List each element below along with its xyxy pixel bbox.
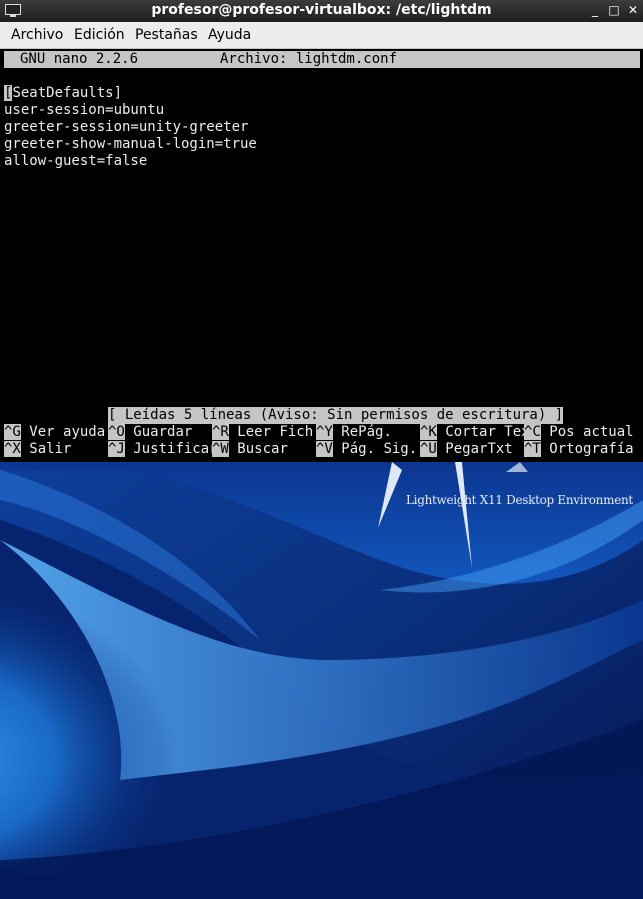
shortcut-pag-sig[interactable]: ^V Pág. Sig. <box>316 441 417 458</box>
nano-filename: Archivo: lightdm.conf <box>220 51 398 67</box>
close-button[interactable]: ✕ <box>626 3 640 17</box>
wallpaper-logo-text: Lightweight X11 Desktop Environment <box>406 493 633 507</box>
menu-ayuda[interactable]: Ayuda <box>208 27 251 43</box>
file-line-1: [SeatDefaults] <box>4 85 123 101</box>
shortcut-justificar[interactable]: ^J Justificar <box>108 441 218 458</box>
file-line-5: allow-guest=false <box>4 153 148 169</box>
window-titlebar[interactable]: profesor@profesor-virtualbox: /etc/light… <box>0 0 643 22</box>
terminal-content[interactable]: GNU nano 2.2.6 Archivo: lightdm.conf [Sea… <box>0 49 643 462</box>
shortcut-guardar[interactable]: ^O Guardar <box>108 424 192 441</box>
nano-status-message: [ Leídas 5 líneas (Aviso: Sin permisos d… <box>108 407 564 424</box>
nano-version: GNU nano 2.2.6 <box>20 51 139 67</box>
nano-header-bar: GNU nano 2.2.6 Archivo: lightdm.conf <box>4 51 640 68</box>
menu-edicion[interactable]: Edición <box>74 27 125 43</box>
menu-archivo[interactable]: Archivo <box>11 27 63 43</box>
shortcut-pegartxt[interactable]: ^U PegarTxt <box>420 441 513 458</box>
minimize-button[interactable]: _ <box>588 3 602 17</box>
shortcut-cortar-tex[interactable]: ^K Cortar Tex <box>420 424 530 441</box>
shortcut-buscar[interactable]: ^W Buscar <box>212 441 288 458</box>
shortcut-pos-actual[interactable]: ^C Pos actual <box>524 424 634 441</box>
file-line-3: greeter-session=unity-greeter <box>4 119 249 135</box>
shortcut-salir[interactable]: ^X Salir <box>4 441 71 458</box>
shortcut-repag[interactable]: ^Y RePág. <box>316 424 392 441</box>
menu-pestanas[interactable]: Pestañas <box>135 27 198 43</box>
shortcut-ortografia[interactable]: ^T Ortografía <box>524 441 634 458</box>
menubar: Archivo Edición Pestañas Ayuda <box>0 22 643 49</box>
file-line-2: user-session=ubuntu <box>4 102 165 118</box>
shortcut-ver-ayuda[interactable]: ^G Ver ayuda <box>4 424 105 441</box>
shortcut-leer-fich[interactable]: ^R Leer Fich <box>212 424 313 441</box>
terminal-window: profesor@profesor-virtualbox: /etc/light… <box>0 0 643 462</box>
maximize-button[interactable]: □ <box>607 3 621 17</box>
file-line-4: greeter-show-manual-login=true <box>4 136 257 152</box>
window-title: profesor@profesor-virtualbox: /etc/light… <box>151 2 492 18</box>
